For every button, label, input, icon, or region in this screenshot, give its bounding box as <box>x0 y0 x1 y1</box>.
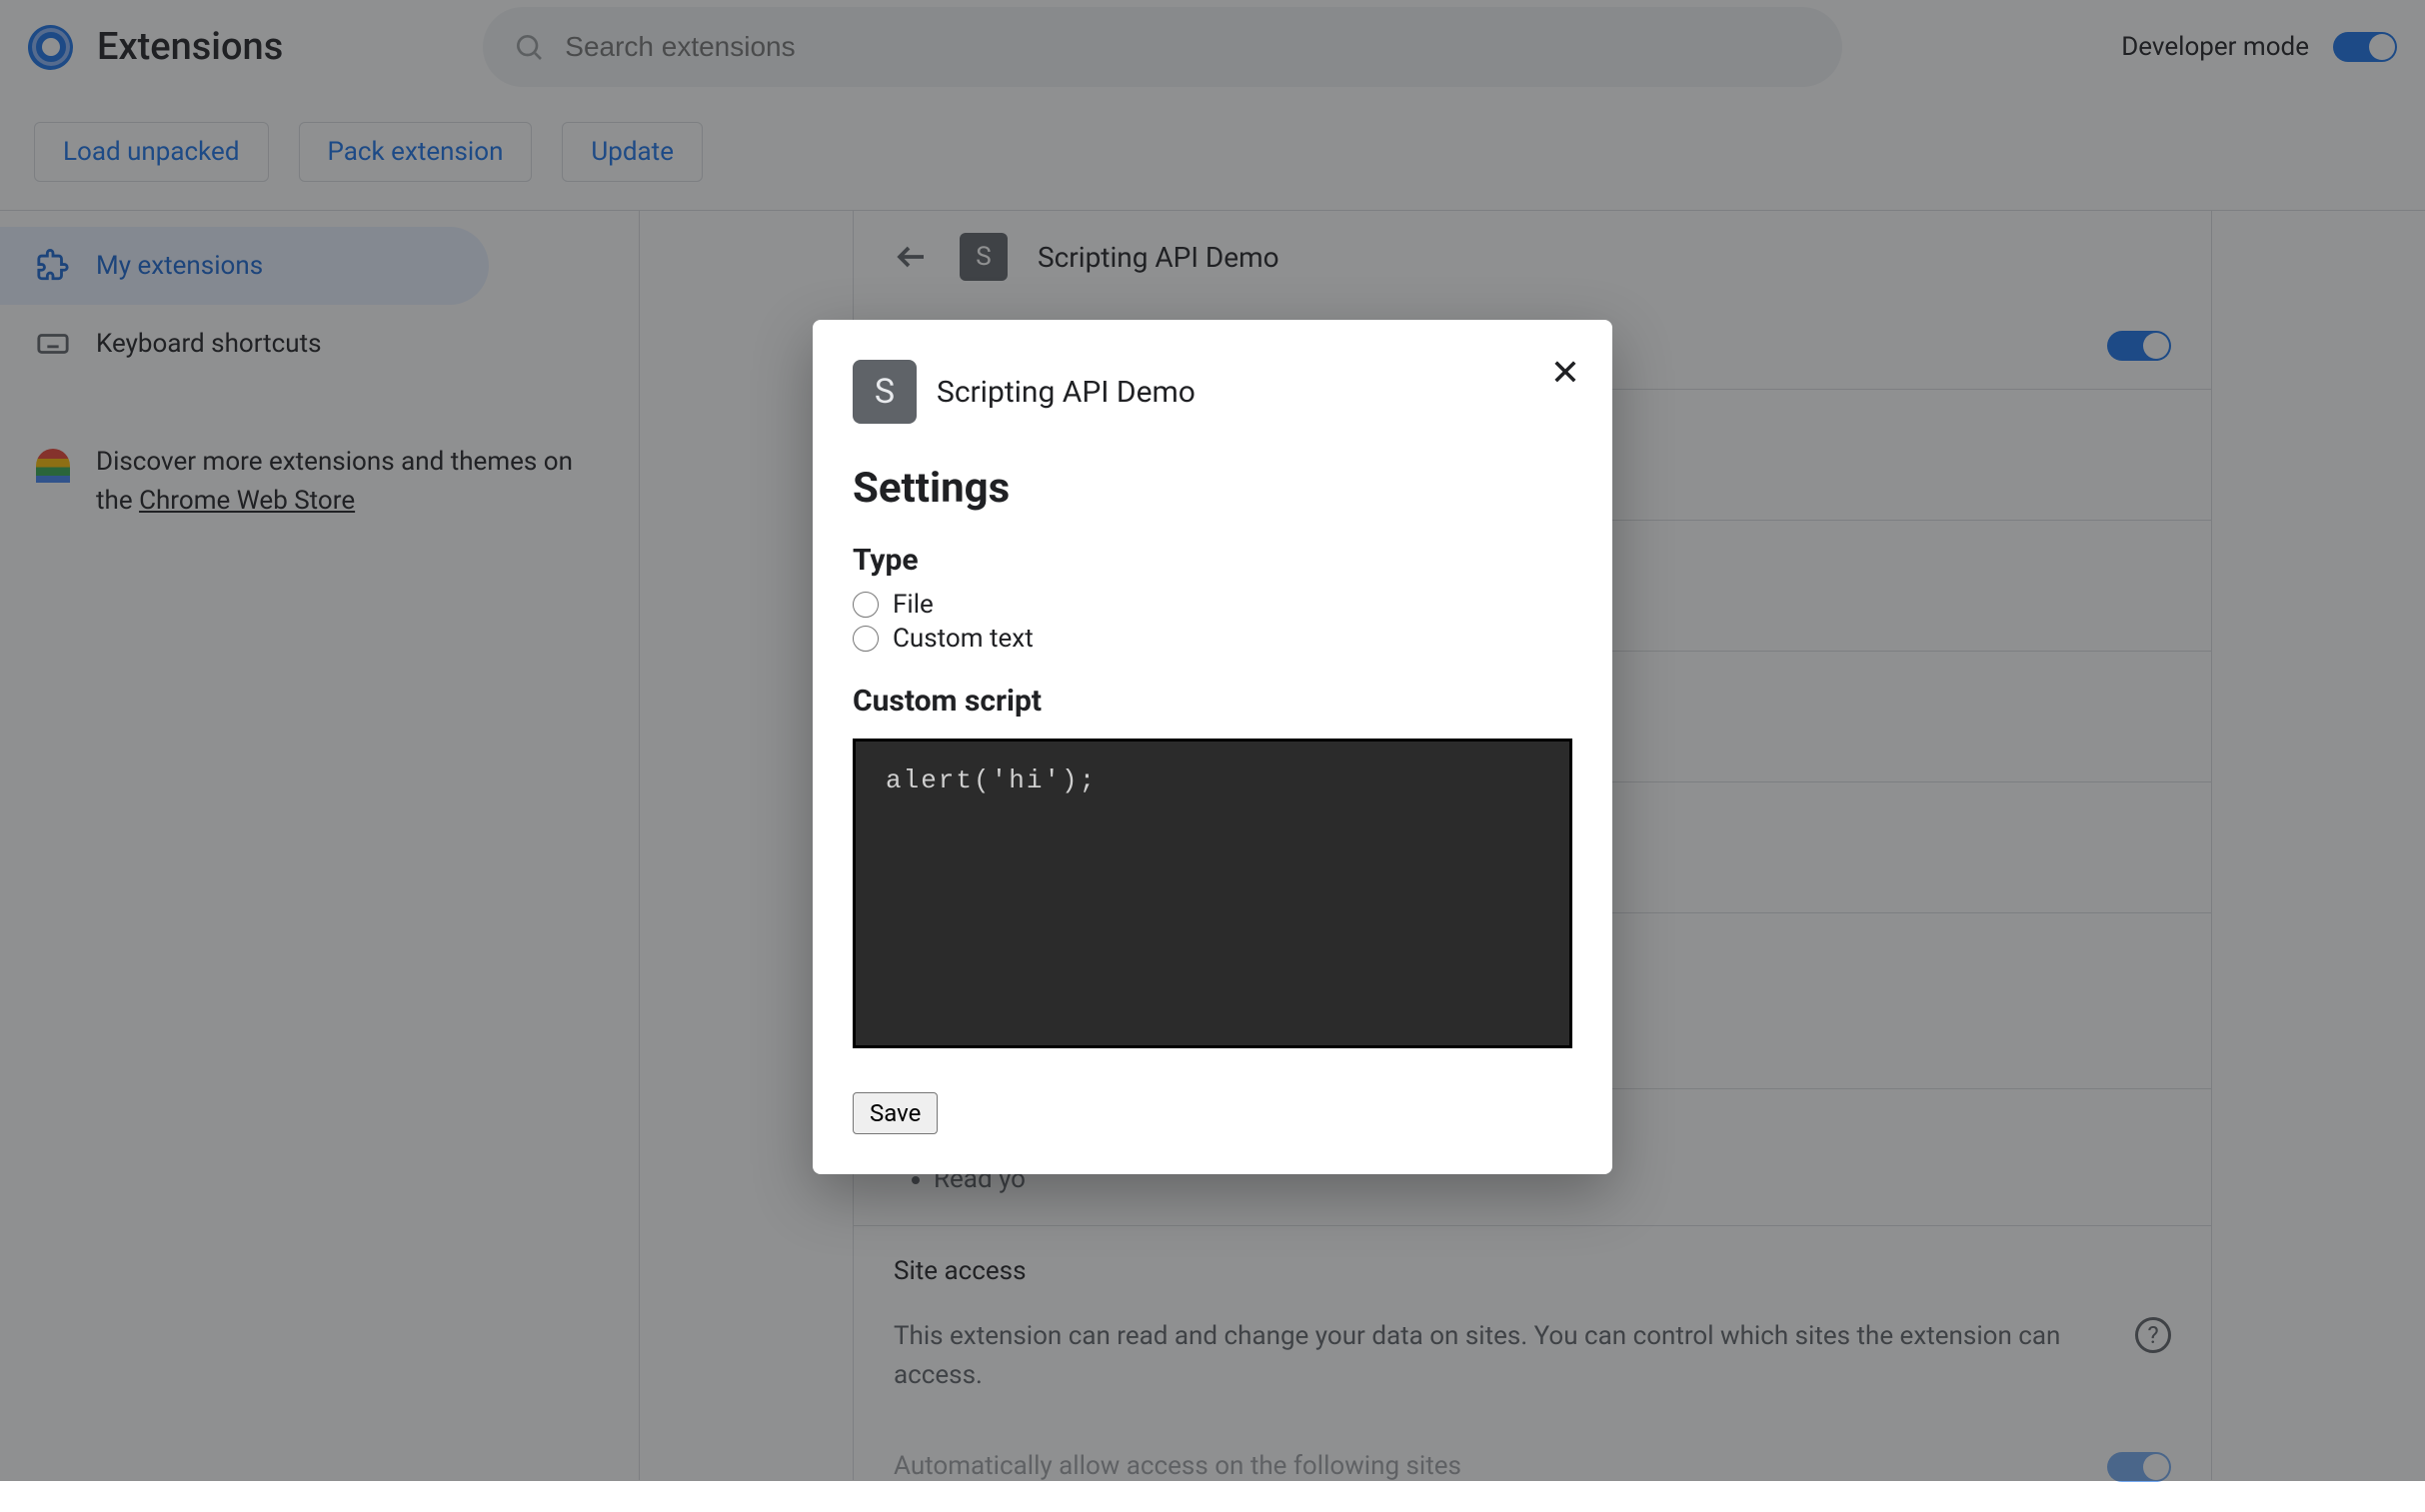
save-button[interactable]: Save <box>853 1092 938 1134</box>
radio-file[interactable] <box>853 592 879 618</box>
close-icon[interactable]: ✕ <box>1550 352 1580 394</box>
type-heading: Type <box>853 543 1572 578</box>
radio-row-custom-text[interactable]: Custom text <box>853 624 1572 654</box>
radio-file-label: File <box>893 590 934 620</box>
modal-extension-name: Scripting API Demo <box>937 375 1196 410</box>
custom-script-textarea[interactable] <box>853 739 1572 1048</box>
custom-script-heading: Custom script <box>853 684 1572 719</box>
settings-modal: ✕ S Scripting API Demo Settings Type Fil… <box>813 320 1612 1174</box>
radio-custom-text[interactable] <box>853 626 879 652</box>
modal-overlay: ✕ S Scripting API Demo Settings Type Fil… <box>0 0 2425 1481</box>
modal-extension-icon: S <box>853 360 917 424</box>
radio-custom-text-label: Custom text <box>893 624 1034 654</box>
radio-row-file[interactable]: File <box>853 590 1572 620</box>
settings-heading: Settings <box>853 464 1572 513</box>
